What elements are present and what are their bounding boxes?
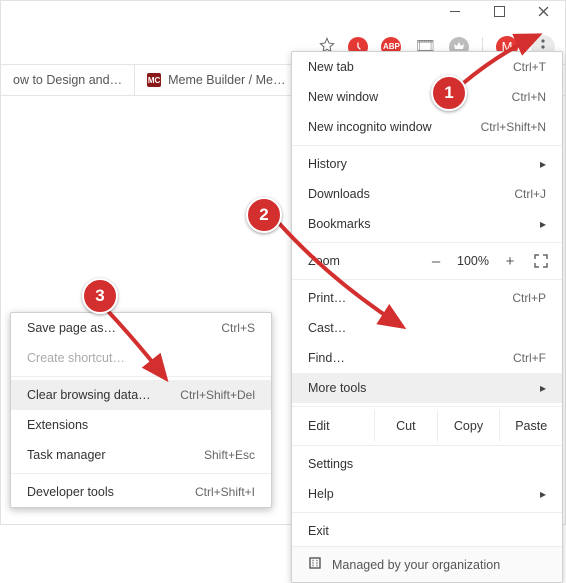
menu-label: Save page as… bbox=[27, 321, 116, 335]
cut-button[interactable]: Cut bbox=[374, 410, 437, 442]
menu-label: Find… bbox=[308, 351, 345, 365]
separator bbox=[292, 406, 562, 407]
window-controls bbox=[433, 1, 565, 21]
menu-help[interactable]: Help ▸ bbox=[292, 479, 562, 509]
chevron-right-icon: ▸ bbox=[540, 487, 546, 501]
chevron-right-icon: ▸ bbox=[540, 217, 546, 231]
menu-find[interactable]: Find… Ctrl+F bbox=[292, 343, 562, 373]
separator bbox=[11, 473, 271, 474]
tab-label: ow to Design and… bbox=[13, 73, 122, 87]
menu-label: Developer tools bbox=[27, 485, 114, 499]
menu-label: Settings bbox=[308, 457, 353, 471]
menu-label: Help bbox=[308, 487, 334, 501]
menu-new-tab[interactable]: New tab Ctrl+T bbox=[292, 52, 562, 82]
building-icon bbox=[308, 556, 322, 573]
menu-downloads[interactable]: Downloads Ctrl+J bbox=[292, 179, 562, 209]
menu-zoom: Zoom – 100% + bbox=[292, 246, 562, 276]
menu-label: Bookmarks bbox=[308, 217, 371, 231]
menu-label: More tools bbox=[308, 381, 366, 395]
close-window-button[interactable] bbox=[521, 1, 565, 21]
step-badge-3: 3 bbox=[82, 278, 118, 314]
managed-label: Managed by your organization bbox=[332, 558, 500, 572]
chevron-right-icon: ▸ bbox=[540, 381, 546, 395]
zoom-out-button[interactable]: – bbox=[422, 253, 450, 270]
menu-history[interactable]: History ▸ bbox=[292, 149, 562, 179]
menu-label: Print… bbox=[308, 291, 346, 305]
zoom-label: Zoom bbox=[308, 254, 422, 268]
menu-shortcut: Ctrl+P bbox=[512, 291, 546, 305]
menu-label: History bbox=[308, 157, 347, 171]
menu-shortcut: Ctrl+J bbox=[514, 187, 546, 201]
submenu-create-shortcut[interactable]: Create shortcut… bbox=[11, 343, 271, 373]
menu-label: Create shortcut… bbox=[27, 351, 125, 365]
menu-settings[interactable]: Settings bbox=[292, 449, 562, 479]
step-badge-2: 2 bbox=[246, 197, 282, 233]
submenu-clear-browsing-data[interactable]: Clear browsing data… Ctrl+Shift+Del bbox=[11, 380, 271, 410]
separator bbox=[292, 242, 562, 243]
step-badge-1: 1 bbox=[431, 75, 467, 111]
main-menu: New tab Ctrl+T New window Ctrl+N New inc… bbox=[291, 51, 563, 583]
submenu-task-manager[interactable]: Task manager Shift+Esc bbox=[11, 440, 271, 470]
browser-window: ABP 🎞 M ow to Design and… MC Meme Builde… bbox=[0, 0, 566, 525]
separator bbox=[292, 279, 562, 280]
fullscreen-icon[interactable] bbox=[530, 250, 552, 272]
more-tools-submenu: Save page as… Ctrl+S Create shortcut… Cl… bbox=[10, 312, 272, 508]
menu-label: New tab bbox=[308, 60, 354, 74]
menu-shortcut: Ctrl+N bbox=[512, 90, 546, 104]
maximize-button[interactable] bbox=[477, 1, 521, 21]
zoom-in-button[interactable]: + bbox=[496, 253, 524, 270]
separator bbox=[292, 512, 562, 513]
chevron-right-icon: ▸ bbox=[540, 157, 546, 171]
menu-label: Extensions bbox=[27, 418, 88, 432]
menu-more-tools[interactable]: More tools ▸ bbox=[292, 373, 562, 403]
menu-label: Downloads bbox=[308, 187, 370, 201]
menu-shortcut: Ctrl+Shift+N bbox=[481, 120, 546, 134]
menu-shortcut: Ctrl+Shift+I bbox=[195, 485, 255, 499]
menu-shortcut: Ctrl+S bbox=[221, 321, 255, 335]
separator bbox=[292, 445, 562, 446]
menu-label: Cast… bbox=[308, 321, 346, 335]
submenu-developer-tools[interactable]: Developer tools Ctrl+Shift+I bbox=[11, 477, 271, 507]
managed-by-org[interactable]: Managed by your organization bbox=[292, 546, 562, 582]
menu-label: New window bbox=[308, 90, 378, 104]
edit-label: Edit bbox=[308, 419, 374, 433]
favicon-icon: MC bbox=[147, 73, 161, 87]
tab-1[interactable]: ow to Design and… bbox=[1, 65, 135, 95]
menu-exit[interactable]: Exit bbox=[292, 516, 562, 546]
menu-label: New incognito window bbox=[308, 120, 432, 134]
menu-label: Clear browsing data… bbox=[27, 388, 151, 402]
menu-new-window[interactable]: New window Ctrl+N bbox=[292, 82, 562, 112]
paste-button[interactable]: Paste bbox=[499, 410, 562, 442]
separator bbox=[11, 376, 271, 377]
menu-bookmarks[interactable]: Bookmarks ▸ bbox=[292, 209, 562, 239]
copy-button[interactable]: Copy bbox=[437, 410, 500, 442]
menu-label: Exit bbox=[308, 524, 329, 538]
menu-print[interactable]: Print… Ctrl+P bbox=[292, 283, 562, 313]
submenu-save-page[interactable]: Save page as… Ctrl+S bbox=[11, 313, 271, 343]
menu-shortcut: Ctrl+Shift+Del bbox=[180, 388, 255, 402]
submenu-extensions[interactable]: Extensions bbox=[11, 410, 271, 440]
zoom-value: 100% bbox=[450, 254, 496, 268]
tab-2[interactable]: MC Meme Builder / Me… bbox=[135, 65, 298, 95]
minimize-button[interactable] bbox=[433, 1, 477, 21]
menu-label: Task manager bbox=[27, 448, 106, 462]
menu-edit-row: Edit Cut Copy Paste bbox=[292, 410, 562, 442]
menu-shortcut: Ctrl+T bbox=[513, 60, 546, 74]
menu-shortcut: Shift+Esc bbox=[204, 448, 255, 462]
separator bbox=[292, 145, 562, 146]
menu-incognito[interactable]: New incognito window Ctrl+Shift+N bbox=[292, 112, 562, 142]
menu-shortcut: Ctrl+F bbox=[513, 351, 546, 365]
tab-label: Meme Builder / Me… bbox=[168, 73, 285, 87]
menu-cast[interactable]: Cast… bbox=[292, 313, 562, 343]
